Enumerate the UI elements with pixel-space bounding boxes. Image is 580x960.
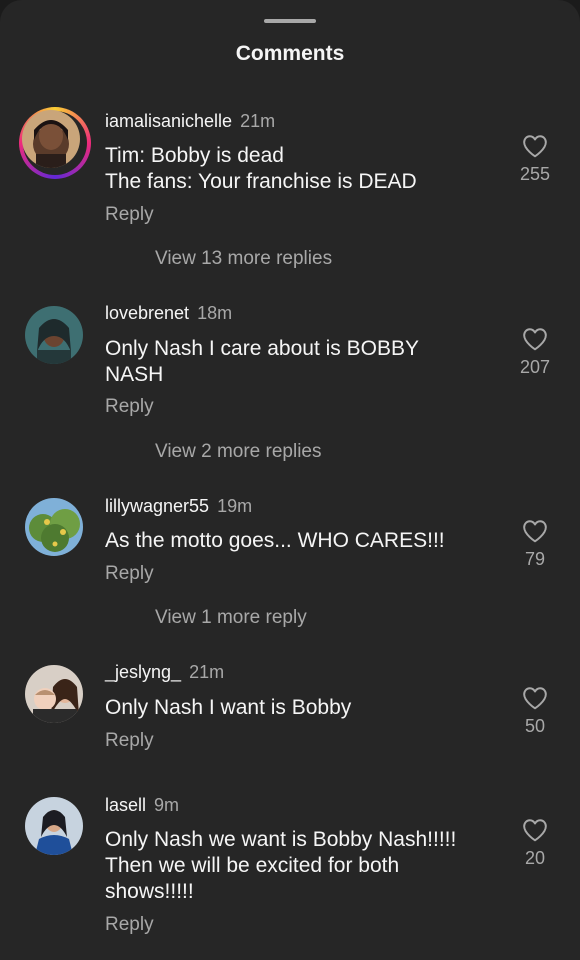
- comment-time: 18m: [197, 303, 233, 323]
- avatar[interactable]: [25, 665, 83, 723]
- like-button[interactable]: 20: [510, 818, 560, 869]
- drag-handle[interactable]: [264, 19, 316, 23]
- comment-meta: lillywagner55 19m: [105, 496, 252, 517]
- comment-username[interactable]: lasell: [105, 795, 146, 815]
- comment-line: Only Nash we want is Bobby Nash!!!!!: [105, 828, 457, 851]
- view-more-replies[interactable]: View 1 more reply: [155, 607, 307, 629]
- comment-line: As the motto goes... WHO CARES!!!: [105, 529, 445, 552]
- comment-username[interactable]: _jeslyng_: [105, 662, 181, 682]
- avatar[interactable]: [25, 498, 83, 556]
- comment-text: As the motto goes... WHO CARES!!!: [105, 528, 495, 554]
- heart-outline-icon: [523, 520, 547, 543]
- heart-outline-icon: [523, 687, 547, 710]
- comment-text: Tim: Bobby is dead The fans: Your franch…: [105, 143, 495, 195]
- sheet-title: Comments: [235, 42, 345, 65]
- avatar[interactable]: [19, 107, 91, 179]
- comment-meta: lovebrenet 18m: [105, 303, 232, 324]
- comment-line: Tim: Bobby is dead: [105, 144, 284, 167]
- like-count: 79: [524, 549, 546, 569]
- comments-sheet: Comments iamalisanichelle 21m Tim: Bobby …: [0, 0, 580, 960]
- comment-text: Only Nash we want is Bobby Nash!!!!! The…: [105, 827, 495, 905]
- comment-time: 21m: [240, 111, 276, 131]
- comment-line: The fans: Your franchise is DEAD: [105, 170, 417, 193]
- reply-button[interactable]: Reply: [105, 914, 154, 936]
- comment-time: 19m: [217, 496, 253, 516]
- like-count: 20: [524, 848, 546, 868]
- like-button[interactable]: 255: [510, 134, 560, 185]
- comment-text: Only Nash I care about is BOBBY NASH: [105, 336, 495, 388]
- reply-button[interactable]: Reply: [105, 730, 154, 752]
- like-count: 50: [524, 716, 546, 736]
- avatar[interactable]: [25, 797, 83, 855]
- comment-line: NASH: [105, 363, 164, 386]
- reply-button[interactable]: Reply: [105, 396, 154, 418]
- comment-meta: _jeslyng_ 21m: [105, 662, 224, 683]
- comment-line: Then we will be excited for both: [105, 854, 400, 877]
- comment-username[interactable]: lovebrenet: [105, 303, 189, 323]
- heart-outline-icon: [523, 328, 547, 351]
- like-count: 207: [519, 357, 551, 377]
- heart-outline-icon: [523, 135, 547, 158]
- comment-line: shows!!!!!: [105, 880, 194, 903]
- comment-meta: iamalisanichelle 21m: [105, 111, 275, 132]
- reply-button[interactable]: Reply: [105, 563, 154, 585]
- like-button[interactable]: 50: [510, 686, 560, 737]
- comment-line: Only Nash I want is Bobby: [105, 696, 352, 719]
- like-button[interactable]: 207: [510, 327, 560, 378]
- comment-line: Only Nash I care about is BOBBY: [105, 337, 419, 360]
- comment-username[interactable]: lillywagner55: [105, 496, 209, 516]
- like-button[interactable]: 79: [510, 519, 560, 570]
- comment-text: Only Nash I want is Bobby: [105, 695, 495, 721]
- heart-outline-icon: [523, 819, 547, 842]
- reply-button[interactable]: Reply: [105, 204, 154, 226]
- view-more-replies[interactable]: View 2 more replies: [155, 441, 322, 463]
- comment-time: 21m: [189, 662, 225, 682]
- avatar[interactable]: [25, 306, 83, 364]
- comment-username[interactable]: iamalisanichelle: [105, 111, 232, 131]
- comment-time: 9m: [154, 795, 180, 815]
- like-count: 255: [519, 164, 551, 184]
- comment-meta: lasell 9m: [105, 795, 179, 816]
- view-more-replies[interactable]: View 13 more replies: [155, 248, 332, 270]
